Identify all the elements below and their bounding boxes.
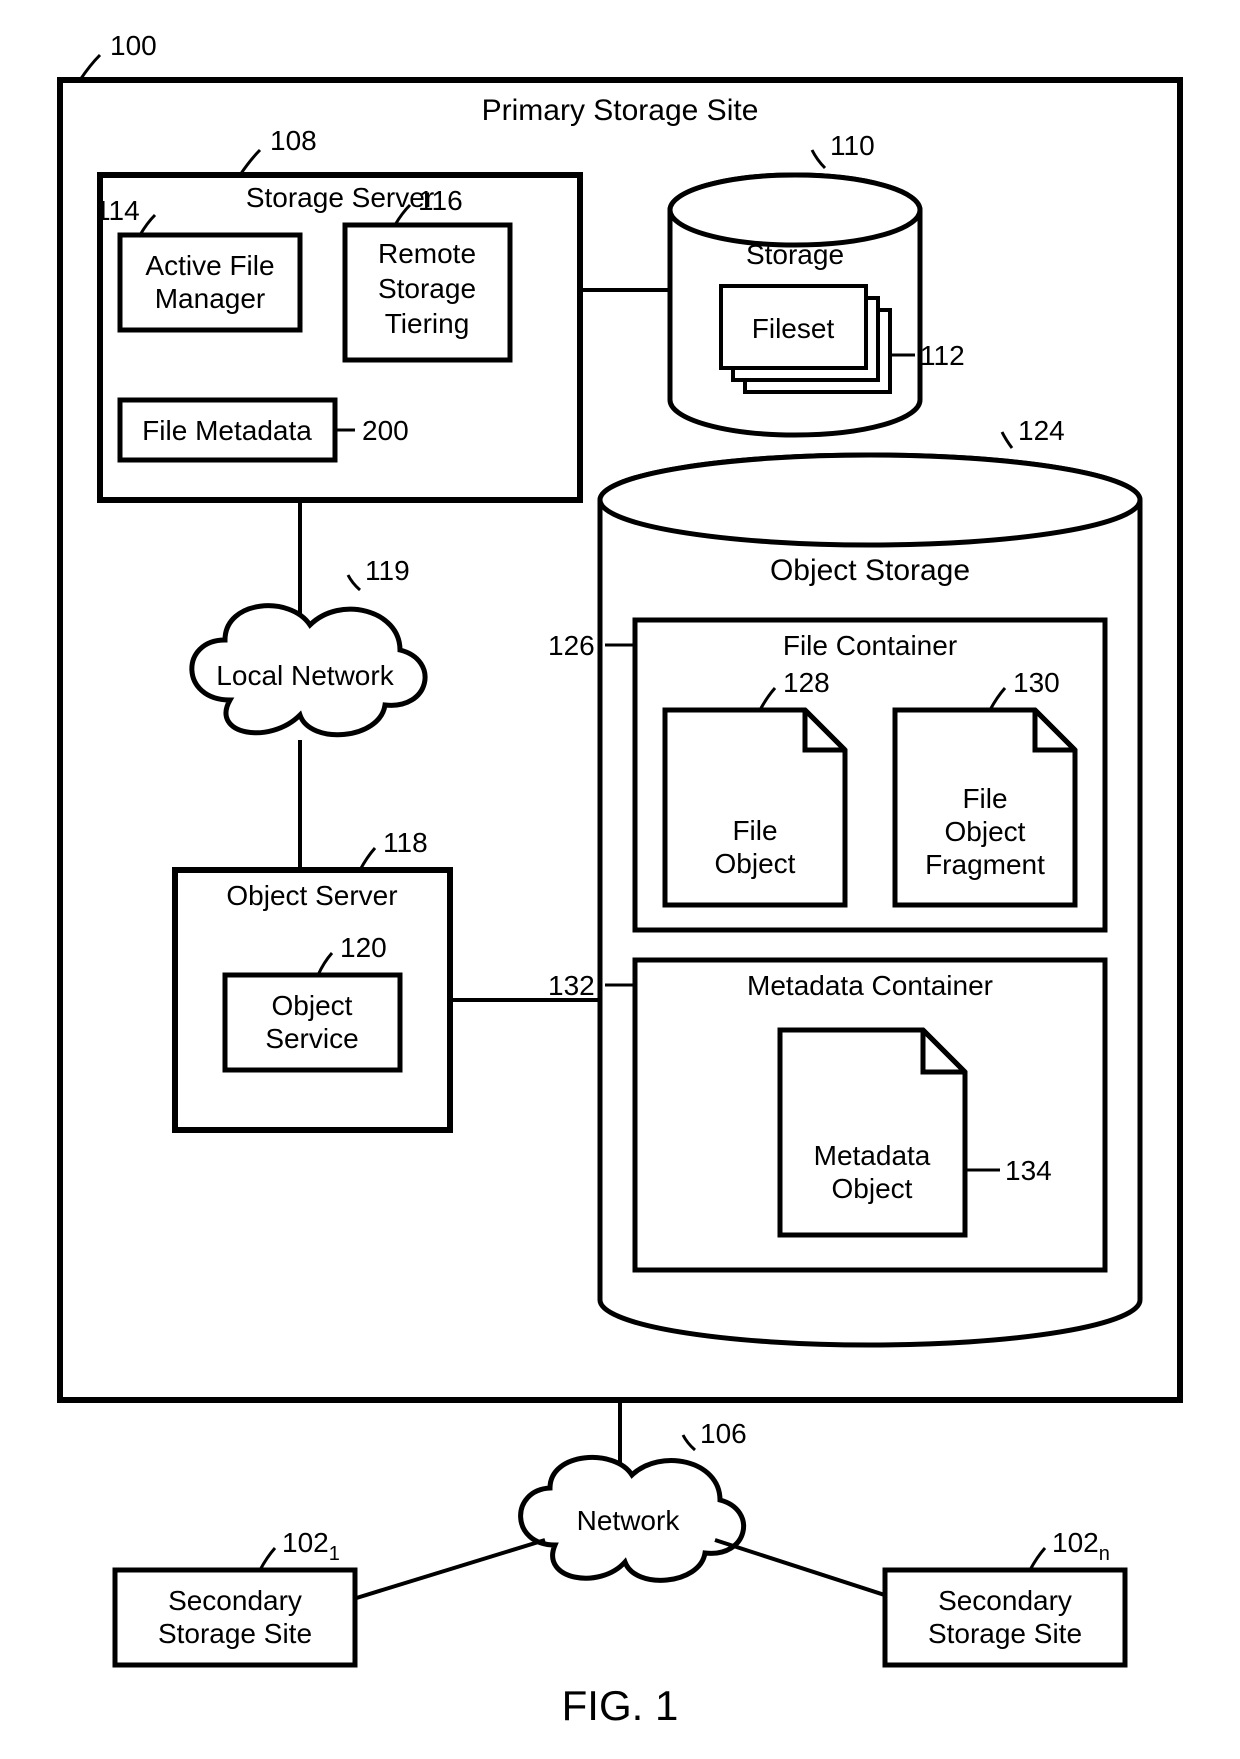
object-storage: Object Storage 124 File Container 126 Fi… [548, 415, 1140, 1345]
primary-title: Primary Storage Site [482, 94, 759, 127]
fileset-label: Fileset [752, 313, 835, 344]
fof-l2: Object [945, 816, 1026, 847]
meta-obj-l2: Object [832, 1173, 913, 1204]
ref-100: 100 [110, 30, 157, 61]
metadata-container-title: Metadata Container [747, 970, 993, 1001]
ref-120: 120 [340, 932, 387, 963]
sec-right-l2: Storage Site [928, 1618, 1082, 1649]
rst-l3: Tiering [385, 308, 470, 339]
ref-114: 114 [95, 195, 140, 226]
local-network-label: Local Network [216, 660, 394, 691]
ref-126: 126 [548, 630, 595, 661]
file-container-title: File Container [783, 630, 957, 661]
fof-l1: File [962, 783, 1007, 814]
storage-title: Storage [746, 239, 844, 270]
ref-102-1: 1021 [282, 1527, 340, 1565]
figure-label: FIG. 1 [562, 1682, 679, 1729]
file-meta-label: File Metadata [142, 415, 312, 446]
ref-130: 130 [1013, 667, 1060, 698]
network-label: Network [577, 1505, 681, 1536]
storage-server: Storage Server 108 Active File Manager 1… [95, 125, 580, 500]
sec-left-l2: Storage Site [158, 1618, 312, 1649]
file-obj-l2: Object [715, 848, 796, 879]
connector [715, 1540, 900, 1600]
secondary-storage-left: Secondary Storage Site 1021 [115, 1527, 355, 1665]
sec-left-l1: Secondary [168, 1585, 302, 1616]
ref-128: 128 [783, 667, 830, 698]
meta-obj-l1: Metadata [814, 1140, 931, 1171]
secondary-storage-right: Secondary Storage Site 102n [885, 1527, 1125, 1665]
connector [350, 1540, 545, 1600]
network-cloud: Network 106 [521, 1418, 747, 1580]
ref-200: 200 [362, 415, 409, 446]
ref-112: 112 [920, 340, 965, 371]
ref-119: 119 [365, 555, 410, 586]
afm-l2: Manager [155, 283, 266, 314]
obj-svc-l1: Object [272, 990, 353, 1021]
rst-l2: Storage [378, 273, 476, 304]
obj-svc-l2: Service [265, 1023, 358, 1054]
sec-right-l1: Secondary [938, 1585, 1072, 1616]
file-obj-l1: File [732, 815, 777, 846]
patent-diagram: Primary Storage Site 100 Storage Server … [0, 0, 1240, 1754]
ref-124: 124 [1018, 415, 1065, 446]
rst-l1: Remote [378, 238, 476, 269]
ref-102-n: 102n [1052, 1527, 1110, 1565]
ref-118: 118 [383, 827, 428, 858]
ref-132: 132 [548, 970, 595, 1001]
ref-110: 110 [830, 130, 875, 161]
ref-106: 106 [700, 1418, 747, 1449]
fof-l3: Fragment [925, 849, 1045, 880]
ref-134: 134 [1005, 1155, 1052, 1186]
ref-108: 108 [270, 125, 317, 156]
afm-l1: Active File [145, 250, 274, 281]
object-server-title: Object Server [226, 880, 397, 911]
object-server: Object Server 118 Object Service 120 [175, 827, 450, 1130]
ref-116: 116 [418, 185, 463, 216]
object-storage-title: Object Storage [770, 554, 970, 587]
